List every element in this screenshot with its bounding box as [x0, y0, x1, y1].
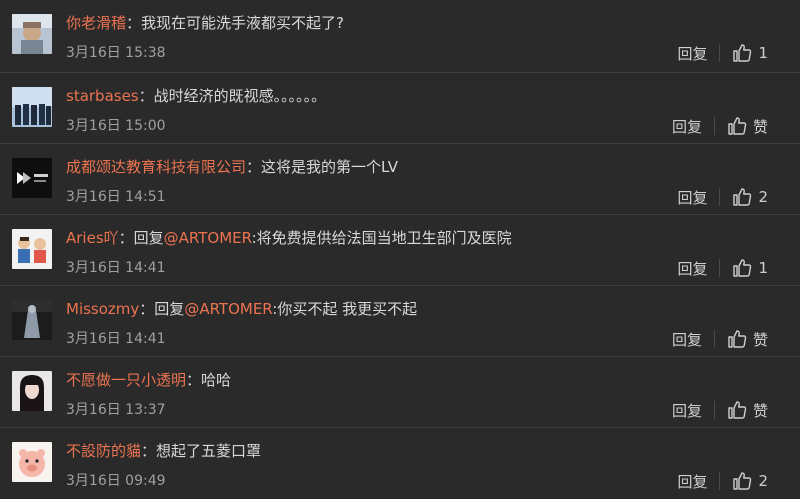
comment-body: 我现在可能洗手液都买不起了? — [141, 14, 344, 32]
comment-timestamp: 3月16日 13:37 — [66, 402, 166, 418]
thumbs-up-icon — [728, 117, 747, 135]
comment-body: 这将是我的第一个LV — [261, 158, 399, 176]
comment-username[interactable]: 成都颂达教育科技有限公司 — [66, 158, 246, 176]
comment-body: :将免费提供给法国当地卫生部门及医院 — [251, 229, 512, 247]
comment-separator: ： — [126, 14, 142, 32]
thumbs-up-icon — [733, 259, 752, 277]
like-count: 赞 — [752, 117, 768, 136]
comment-separator: ： — [138, 87, 154, 105]
comment-item: 成都颂达教育科技有限公司：这将是我的第一个LV 3月16日 14:51 回复 2 — [0, 144, 800, 215]
comment-actions: 回复 赞 — [672, 328, 768, 350]
like-button[interactable]: 1 — [732, 43, 768, 63]
like-count: 2 — [758, 188, 768, 206]
reply-prefix: 回复 — [154, 300, 185, 318]
reply-button[interactable]: 回复 — [672, 329, 702, 350]
like-button[interactable]: 2 — [732, 187, 768, 207]
like-count: 赞 — [752, 401, 768, 420]
comment-timestamp: 3月16日 15:38 — [66, 45, 166, 61]
action-divider — [719, 44, 721, 62]
comment-text: 成都颂达教育科技有限公司：这将是我的第一个LV — [66, 157, 398, 177]
cartoon-avatar[interactable] — [12, 229, 52, 269]
like-button[interactable]: 赞 — [727, 329, 768, 350]
comment-text: Missozmy：回复@ARTOMER:你买不起 我更买不起 — [66, 299, 417, 319]
action-divider — [719, 472, 721, 490]
comment-text: 你老滑稽：我现在可能洗手液都买不起了? — [66, 13, 344, 33]
reply-button[interactable]: 回复 — [677, 258, 707, 279]
comment-item: 不愿做一只小透明：哈哈 3月16日 13:37 回复 赞 — [0, 357, 800, 428]
comment-item: 不設防的貓：想起了五菱口罩 3月16日 09:49 回复 2 — [0, 428, 800, 499]
comment-text: 不設防的貓：想起了五菱口罩 — [66, 441, 261, 461]
comment-username[interactable]: Aries吖 — [66, 229, 119, 247]
like-button[interactable]: 赞 — [727, 116, 768, 137]
comment-actions: 回复 赞 — [672, 115, 768, 137]
thumbs-up-icon — [733, 472, 752, 490]
comment-username[interactable]: 你老滑稽 — [66, 14, 126, 32]
comment-actions: 回复 1 — [677, 42, 768, 64]
comment-text: 不愿做一只小透明：哈哈 — [66, 370, 231, 390]
user-photo-avatar[interactable] — [12, 14, 52, 54]
group-photo-avatar[interactable] — [12, 87, 52, 127]
comment-item: Missozmy：回复@ARTOMER:你买不起 我更买不起 3月16日 14:… — [0, 286, 800, 357]
comment-actions: 回复 2 — [677, 186, 768, 208]
like-button[interactable]: 2 — [732, 471, 768, 491]
company-logo-avatar[interactable] — [12, 158, 52, 198]
comment-username[interactable]: Missozmy — [66, 300, 139, 318]
reply-button[interactable]: 回复 — [672, 400, 702, 421]
comment-timestamp: 3月16日 09:49 — [66, 473, 166, 489]
comment-timestamp: 3月16日 14:41 — [66, 331, 166, 347]
reply-button[interactable]: 回复 — [677, 471, 707, 492]
comment-body: 战时经济的既视感。。。。。。 — [153, 87, 327, 105]
reply-button[interactable]: 回复 — [672, 116, 702, 137]
action-divider — [713, 330, 715, 348]
comment-list: 你老滑稽：我现在可能洗手液都买不起了? 3月16日 15:38 回复 1 sta… — [0, 0, 800, 499]
thumbs-up-icon — [733, 44, 752, 62]
comment-separator: ： — [186, 371, 202, 389]
comment-actions: 回复 1 — [677, 257, 768, 279]
comment-timestamp: 3月16日 14:41 — [66, 260, 166, 276]
dark-figure-avatar[interactable] — [12, 300, 52, 340]
mention-link[interactable]: @ARTOMER — [164, 229, 252, 247]
like-count: 2 — [758, 472, 768, 490]
comment-actions: 回复 2 — [677, 470, 768, 492]
reply-button[interactable]: 回复 — [677, 187, 707, 208]
thumbs-up-icon — [728, 401, 747, 419]
like-count: 1 — [758, 259, 768, 277]
like-button[interactable]: 1 — [732, 258, 768, 278]
reply-button[interactable]: 回复 — [677, 43, 707, 64]
comment-body: 哈哈 — [201, 371, 232, 389]
action-divider — [719, 188, 721, 206]
comment-item: Aries吖：回复@ARTOMER:将免费提供给法国当地卫生部门及医院 3月16… — [0, 215, 800, 286]
mention-link[interactable]: @ARTOMER — [184, 300, 272, 318]
comment-separator: ： — [118, 229, 134, 247]
comment-text: starbases：战时经济的既视感。。。。。。 — [66, 86, 326, 106]
comment-username[interactable]: 不愿做一只小透明 — [66, 371, 186, 389]
thumbs-up-icon — [728, 330, 747, 348]
like-button[interactable]: 赞 — [727, 400, 768, 421]
comment-timestamp: 3月16日 15:00 — [66, 118, 166, 134]
comment-item: starbases：战时经济的既视感。。。。。。 3月16日 15:00 回复 … — [0, 73, 800, 144]
comment-text: Aries吖：回复@ARTOMER:将免费提供给法国当地卫生部门及医院 — [66, 228, 512, 248]
reply-prefix: 回复 — [133, 229, 164, 247]
girl-portrait-avatar[interactable] — [12, 371, 52, 411]
comment-timestamp: 3月16日 14:51 — [66, 189, 166, 205]
like-count: 赞 — [752, 330, 768, 349]
comment-separator: ： — [139, 300, 155, 318]
action-divider — [713, 117, 715, 135]
action-divider — [719, 259, 721, 277]
cartoon-pig-avatar[interactable] — [12, 442, 52, 482]
comment-item: 你老滑稽：我现在可能洗手液都买不起了? 3月16日 15:38 回复 1 — [0, 0, 800, 73]
comment-body: 想起了五菱口罩 — [156, 442, 262, 460]
comment-username[interactable]: starbases — [66, 87, 139, 105]
comment-separator: ： — [246, 158, 262, 176]
comment-separator: ： — [141, 442, 157, 460]
like-count: 1 — [758, 44, 768, 62]
comment-body: :你买不起 我更买不起 — [272, 300, 418, 318]
comment-username[interactable]: 不設防的貓 — [66, 442, 141, 460]
comment-actions: 回复 赞 — [672, 399, 768, 421]
thumbs-up-icon — [733, 188, 752, 206]
action-divider — [713, 401, 715, 419]
